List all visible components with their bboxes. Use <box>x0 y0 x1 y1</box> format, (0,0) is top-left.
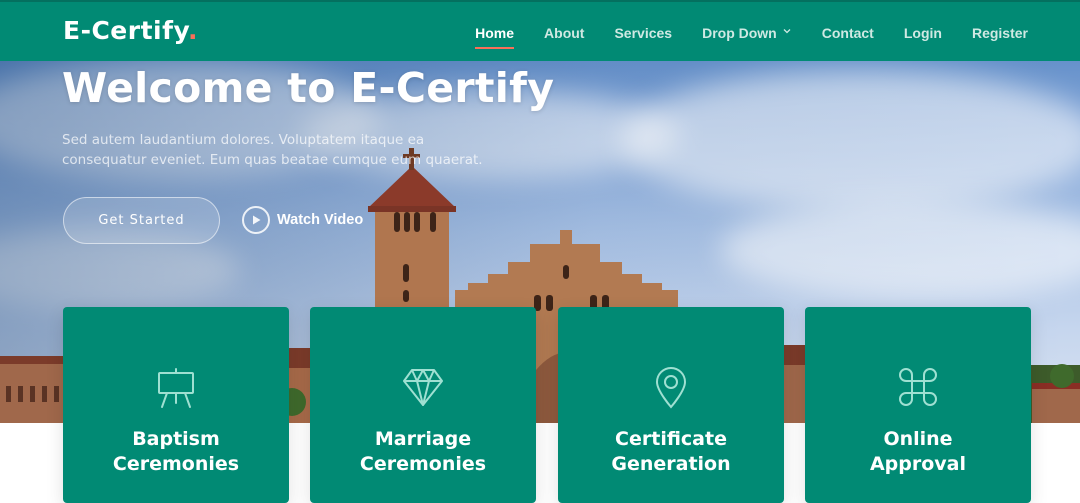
nav-register[interactable]: Register <box>972 2 1028 63</box>
nav-dropdown[interactable]: Drop Down <box>702 2 792 63</box>
feature-card-approval[interactable]: Online Approval <box>805 307 1031 503</box>
hero-title: Welcome to E-Certify <box>62 64 555 112</box>
easel-icon <box>63 367 289 409</box>
get-started-button[interactable]: Get Started <box>63 197 220 244</box>
feature-title: Online Approval <box>869 428 967 475</box>
hero-subtitle: Sed autem laudantium dolores. Voluptatem… <box>62 132 483 168</box>
nav-about[interactable]: About <box>544 2 584 63</box>
play-circle-icon <box>242 206 270 234</box>
feature-title: Certificate Generation <box>611 428 731 475</box>
watch-video-link[interactable]: Watch Video <box>242 206 363 234</box>
geo-alt-icon <box>558 367 784 409</box>
feature-card-baptism[interactable]: Baptism Ceremonies <box>63 307 289 503</box>
brand-logo[interactable]: E-Certify. <box>63 16 198 45</box>
nav-contact[interactable]: Contact <box>822 2 874 63</box>
brand-name: E-Certify <box>63 16 188 45</box>
gem-icon <box>310 367 536 407</box>
command-icon <box>805 367 1031 407</box>
nav-home[interactable]: Home <box>475 2 514 63</box>
feature-title: Marriage Ceremonies <box>359 428 487 475</box>
navbar: E-Certify. Home About Services Drop Down… <box>0 0 1080 61</box>
feature-card-marriage[interactable]: Marriage Ceremonies <box>310 307 536 503</box>
feature-card-certificate[interactable]: Certificate Generation <box>558 307 784 503</box>
chevron-down-icon <box>782 26 792 39</box>
nav-services[interactable]: Services <box>614 2 672 63</box>
nav-dropdown-label: Drop Down <box>702 24 777 41</box>
brand-dot: . <box>187 16 198 45</box>
feature-title: Baptism Ceremonies <box>112 428 240 475</box>
main-nav: Home About Services Drop Down Contact Lo… <box>445 2 1028 63</box>
nav-login[interactable]: Login <box>904 2 942 63</box>
watch-video-label: Watch Video <box>277 212 364 228</box>
